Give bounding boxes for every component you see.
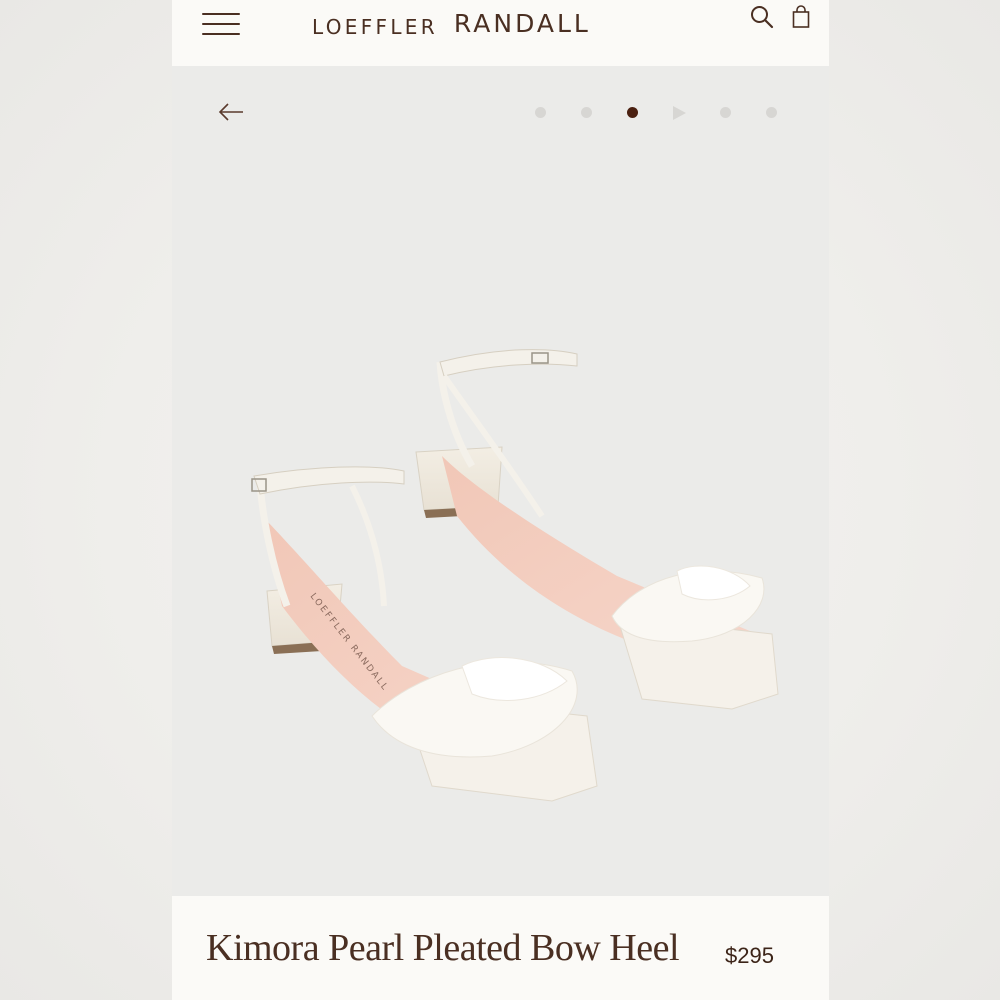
video-play-icon[interactable] <box>672 106 686 120</box>
slide-indicator <box>532 106 782 120</box>
slide-dot[interactable] <box>535 107 546 118</box>
product-price: $295 <box>725 943 774 968</box>
slide-dot-active[interactable] <box>627 107 638 118</box>
bag-icon[interactable] <box>789 4 813 30</box>
brand-name-second: RANDALL <box>453 9 591 38</box>
slide-dot[interactable] <box>720 107 731 118</box>
slide-dot[interactable] <box>581 107 592 118</box>
arrow-left-icon[interactable] <box>216 98 246 126</box>
product-page: LOEFFLER RANDALL LOEFFLER RANDALL Kimora… <box>172 0 829 1000</box>
product-image-gallery[interactable]: LOEFFLER RANDALL <box>172 66 829 896</box>
brand-logo[interactable]: LOEFFLER RANDALL <box>312 9 692 41</box>
left-sandal: LOEFFLER RANDALL <box>251 466 598 802</box>
slide-dot[interactable] <box>766 107 777 118</box>
site-header: LOEFFLER RANDALL <box>172 0 829 66</box>
search-icon[interactable] <box>749 4 775 30</box>
right-sandal <box>415 349 779 710</box>
product-photo: LOEFFLER RANDALL <box>251 349 779 802</box>
brand-name-first: LOEFFLER <box>312 15 438 39</box>
menu-icon[interactable] <box>202 13 240 37</box>
product-title: Kimora Pearl Pleated Bow Heel <box>206 927 680 969</box>
product-info: Kimora Pearl Pleated Bow Heel $295 <box>172 896 829 1000</box>
